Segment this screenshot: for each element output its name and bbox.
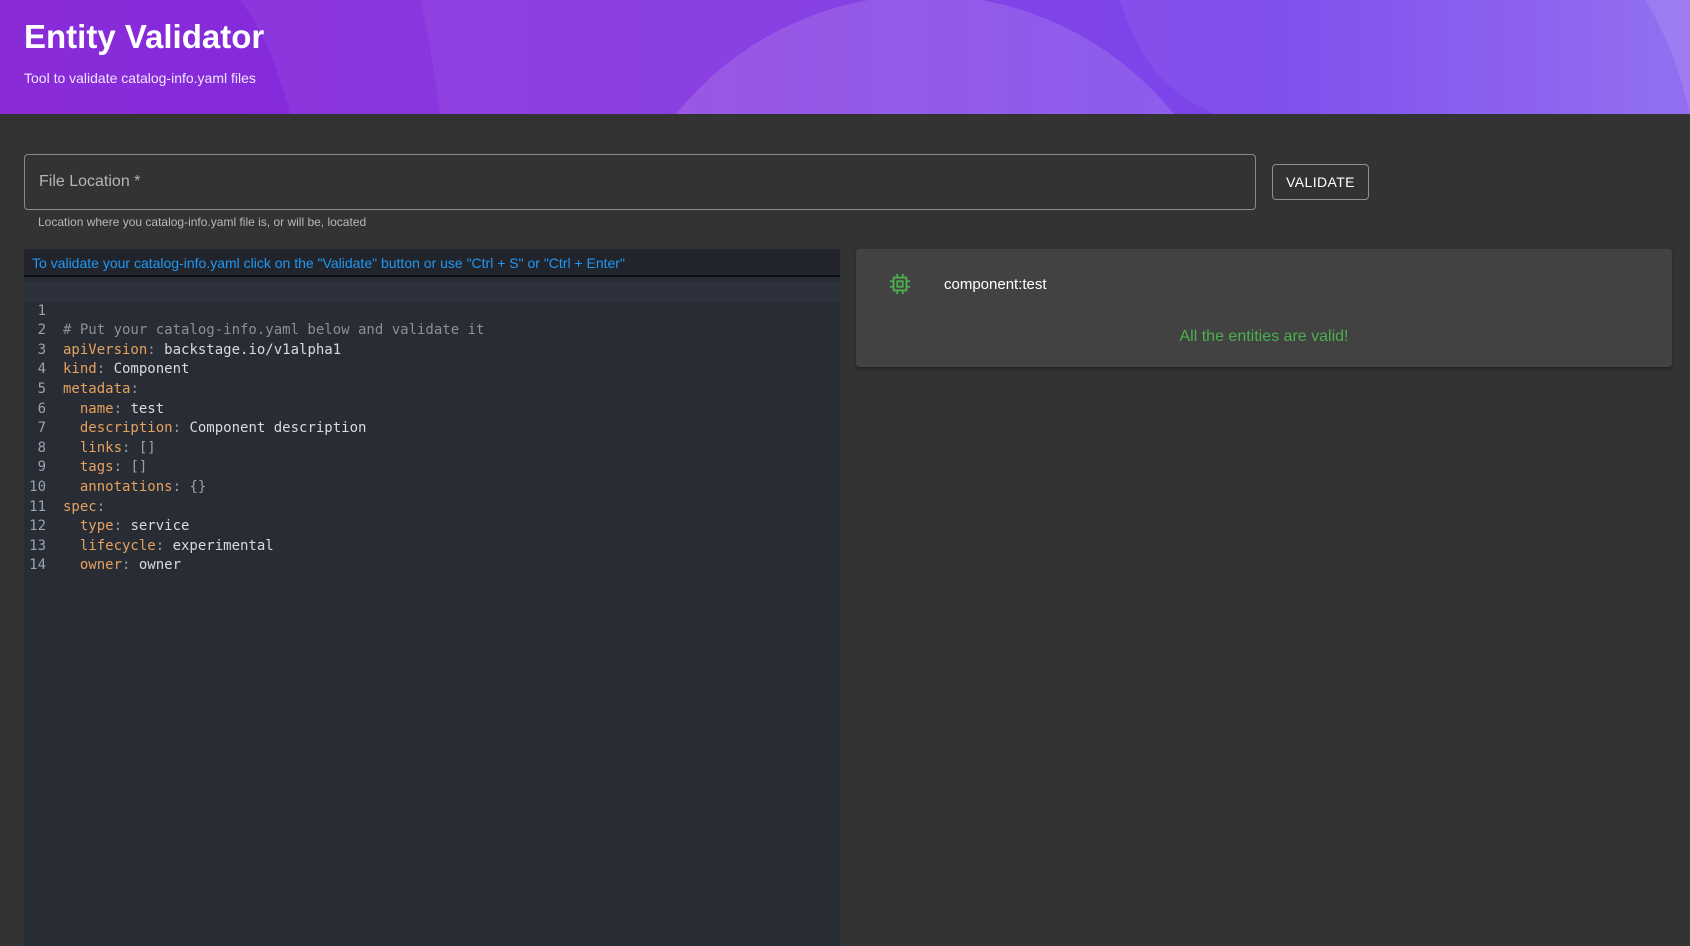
editor-lines[interactable]: 1 # Put your catalog-info.yaml below and… — [24, 282, 840, 574]
code-line: 7 links: [] — [24, 400, 840, 456]
code-line: 3 kind: Component — [24, 321, 840, 378]
code-line: 6 description: Component description — [24, 380, 840, 437]
file-location-field[interactable]: File Location * — [24, 154, 1256, 210]
validation-result-card: component:test All the entities are vali… — [856, 249, 1672, 367]
code-line: 4 metadata: — [24, 341, 840, 397]
yaml-editor[interactable]: To validate your catalog-info.yaml click… — [24, 249, 840, 946]
code-line: 14 — [24, 537, 840, 573]
code-line: 2 apiVersion: backstage.io/v1alpha1 — [24, 302, 840, 358]
file-location-input[interactable] — [25, 155, 1255, 209]
chip-icon — [889, 273, 911, 295]
code-line: 11 type: service — [24, 478, 840, 535]
validate-button[interactable]: VALIDATE — [1272, 164, 1369, 200]
file-location-helper-text: Location where you catalog-info.yaml fil… — [38, 215, 367, 229]
code-line: 9 annotations: {} — [24, 439, 840, 495]
code-line: 12 lifecycle: experimental — [24, 498, 840, 554]
page-subtitle: Tool to validate catalog-info.yaml files — [24, 70, 256, 86]
editor-hint: To validate your catalog-info.yaml click… — [24, 249, 840, 277]
code-line: 10 spec: — [24, 458, 840, 515]
code-line: 1 # Put your catalog-info.yaml below and… — [24, 282, 840, 338]
code-line: 8 tags: [] — [24, 419, 840, 476]
code-line: 5 name: test — [24, 360, 840, 417]
yaml-value: owner — [138, 557, 182, 574]
yaml-key: owner — [79, 557, 123, 574]
line-number: 14 — [29, 557, 46, 574]
code-line: 13 owner: owner — [24, 517, 840, 574]
validation-status-message: All the entities are valid! — [1179, 328, 1349, 345]
entity-ref: component:test — [944, 276, 1047, 293]
page-header: Entity Validator Tool to validate catalo… — [0, 0, 1690, 114]
page-title: Entity Validator — [24, 18, 265, 55]
